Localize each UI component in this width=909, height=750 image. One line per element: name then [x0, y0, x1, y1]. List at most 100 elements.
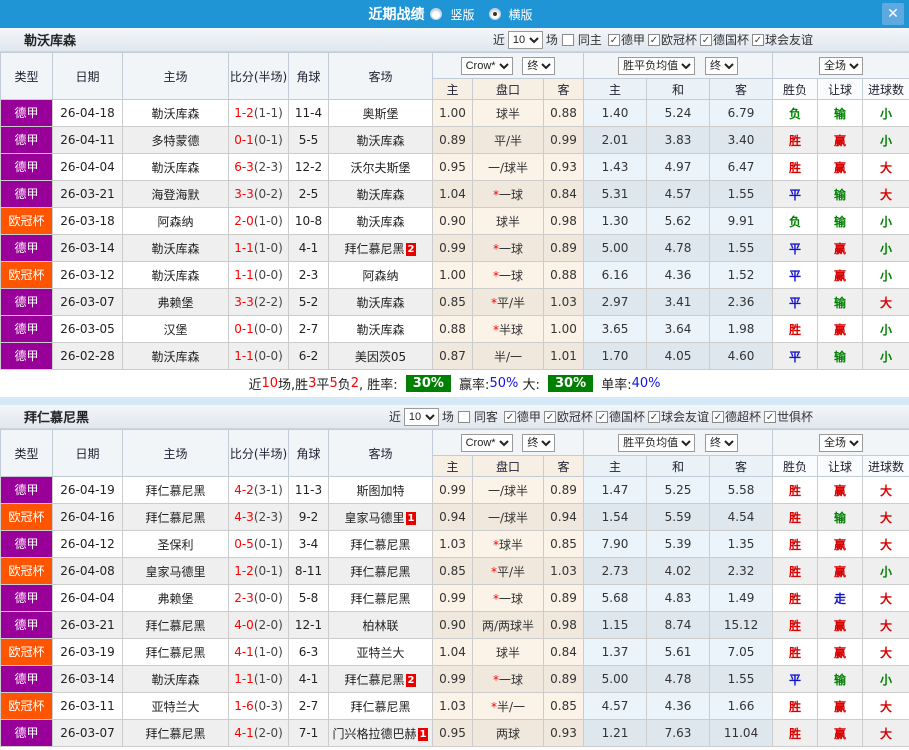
league-checkbox[interactable]: ✓: [712, 411, 724, 423]
league-checkbox[interactable]: ✓: [608, 34, 620, 46]
layout-radio-vertical-label[interactable]: 竖版: [450, 6, 474, 23]
same-checkbox[interactable]: [562, 34, 574, 46]
odds-time-select[interactable]: 终: [522, 57, 555, 75]
cell-handicap-result: 输: [818, 343, 863, 370]
cell-corners: 6-2: [289, 343, 329, 370]
col-header-away: 客场: [329, 430, 433, 477]
cell-euro-away: 2.36: [710, 289, 773, 316]
layout-radio-vertical[interactable]: [430, 8, 442, 20]
cell-euro-away: 4.60: [710, 343, 773, 370]
cell-handicap: *一球: [473, 666, 544, 693]
near-label: 近: [493, 31, 505, 48]
league-filter: ✓欧冠杯: [543, 408, 593, 425]
rounds-select[interactable]: 10: [508, 31, 543, 49]
league-checkbox[interactable]: ✓: [544, 411, 556, 423]
cell-euro-home: 1.43: [584, 154, 647, 181]
cell-result: 胜: [773, 639, 818, 666]
cell-handicap: 球半: [473, 639, 544, 666]
matches-table: 类型 日期 主场 比分(半场) 角球 客场 Crow* 终 胜平负均值 终: [0, 429, 909, 747]
away-team-name: 美因茨05: [355, 350, 406, 364]
cell-date: 26-04-19: [53, 477, 123, 504]
league-checkbox[interactable]: ✓: [764, 411, 776, 423]
cell-score: 1-1(0-0): [229, 343, 289, 370]
score-fulltime: 1-2: [234, 106, 254, 120]
cell-odds-home: 0.85: [433, 558, 473, 585]
cell-home-team: 勒沃库森: [123, 235, 229, 262]
same-label: 同主: [578, 31, 602, 48]
cell-odds-away: 0.88: [544, 100, 584, 127]
handicap-star: *: [491, 296, 497, 310]
cell-home-team: 勒沃库森: [123, 262, 229, 289]
cell-corners: 3-4: [289, 531, 329, 558]
sub-header-handicap-result: 让球: [818, 456, 863, 477]
cell-result: 胜: [773, 154, 818, 181]
cell-result: 胜: [773, 693, 818, 720]
col-header-date: 日期: [53, 53, 123, 100]
col-header-corners: 角球: [289, 53, 329, 100]
cell-date: 26-03-21: [53, 612, 123, 639]
cell-euro-draw: 5.24: [647, 100, 710, 127]
euro-header-group: 胜平负均值 终: [584, 53, 773, 79]
score-fulltime: 3-3: [234, 295, 254, 309]
score-halftime: (0-0): [254, 591, 283, 605]
away-team-name: 皇家马德里: [345, 511, 405, 525]
league-checkbox[interactable]: ✓: [648, 411, 660, 423]
layout-radio-horizontal-label[interactable]: 横版: [509, 6, 533, 23]
euro-source-select[interactable]: 胜平负均值: [618, 57, 695, 75]
rounds-select[interactable]: 10: [404, 408, 439, 426]
league-type-badge: 德甲: [1, 477, 52, 503]
summary-segment: , 胜率:: [359, 374, 402, 393]
cell-league-type: 德甲: [1, 181, 53, 208]
cell-euro-draw: 3.64: [647, 316, 710, 343]
euro-time-select[interactable]: 终: [705, 57, 738, 75]
league-checkbox[interactable]: ✓: [596, 411, 608, 423]
layout-radio-horizontal[interactable]: [489, 8, 501, 20]
cell-home-team: 勒沃库森: [123, 666, 229, 693]
score-fulltime: 2-3: [234, 591, 254, 605]
scope-select[interactable]: 全场: [819, 434, 863, 452]
scope-header-group: 全场: [773, 430, 909, 456]
euro-source-select[interactable]: 胜平负均值: [618, 434, 695, 452]
odds-company-select[interactable]: Crow*: [461, 434, 513, 452]
cell-euro-home: 2.97: [584, 289, 647, 316]
match-row: 德甲26-03-07拜仁慕尼黑4-1(2-0)7-1门兴格拉德巴赫10.95两球…: [1, 720, 909, 747]
away-team-name: 勒沃库森: [356, 296, 404, 310]
league-type-badge: 德甲: [1, 154, 52, 180]
cell-corners: 9-2: [289, 504, 329, 531]
cell-score: 2-3(0-0): [229, 585, 289, 612]
odds-company-select[interactable]: Crow*: [461, 57, 513, 75]
cell-away-team: 斯图加特: [329, 477, 433, 504]
cell-away-team: 勒沃库森: [329, 289, 433, 316]
cell-euro-home: 1.21: [584, 720, 647, 747]
odds-time-select[interactable]: 终: [522, 434, 555, 452]
cell-euro-away: 1.55: [710, 181, 773, 208]
near-label: 近: [389, 408, 401, 425]
score-halftime: (0-1): [254, 537, 283, 551]
euro-time-select[interactable]: 终: [705, 434, 738, 452]
league-type-badge: 德甲: [1, 316, 52, 342]
league-checkbox[interactable]: ✓: [648, 34, 660, 46]
match-row: 欧冠杯26-04-16拜仁慕尼黑4-3(2-3)9-2皇家马德里10.94一/球…: [1, 504, 909, 531]
cell-date: 26-03-14: [53, 666, 123, 693]
cell-score: 4-1(2-0): [229, 720, 289, 747]
score-halftime: (2-2): [254, 295, 283, 309]
close-button[interactable]: ✕: [882, 3, 904, 25]
league-checkbox[interactable]: ✓: [504, 411, 516, 423]
cell-odds-home: 0.88: [433, 316, 473, 343]
cell-home-team: 亚特兰大: [123, 693, 229, 720]
cell-league-type: 德甲: [1, 612, 53, 639]
league-checkbox[interactable]: ✓: [700, 34, 712, 46]
scope-select[interactable]: 全场: [819, 57, 863, 75]
sub-header-euro-draw: 和: [647, 79, 710, 100]
cell-euro-home: 1.30: [584, 208, 647, 235]
cell-odds-home: 0.95: [433, 720, 473, 747]
rank-badge: 2: [406, 674, 417, 687]
league-type-badge: 德甲: [1, 585, 52, 611]
cell-euro-draw: 7.63: [647, 720, 710, 747]
col-header-type: 类型: [1, 430, 53, 477]
league-checkbox[interactable]: ✓: [752, 34, 764, 46]
away-team-name: 拜仁慕尼黑: [350, 565, 410, 579]
cell-corners: 12-2: [289, 154, 329, 181]
same-checkbox[interactable]: [458, 411, 470, 423]
cell-euro-draw: 3.41: [647, 289, 710, 316]
